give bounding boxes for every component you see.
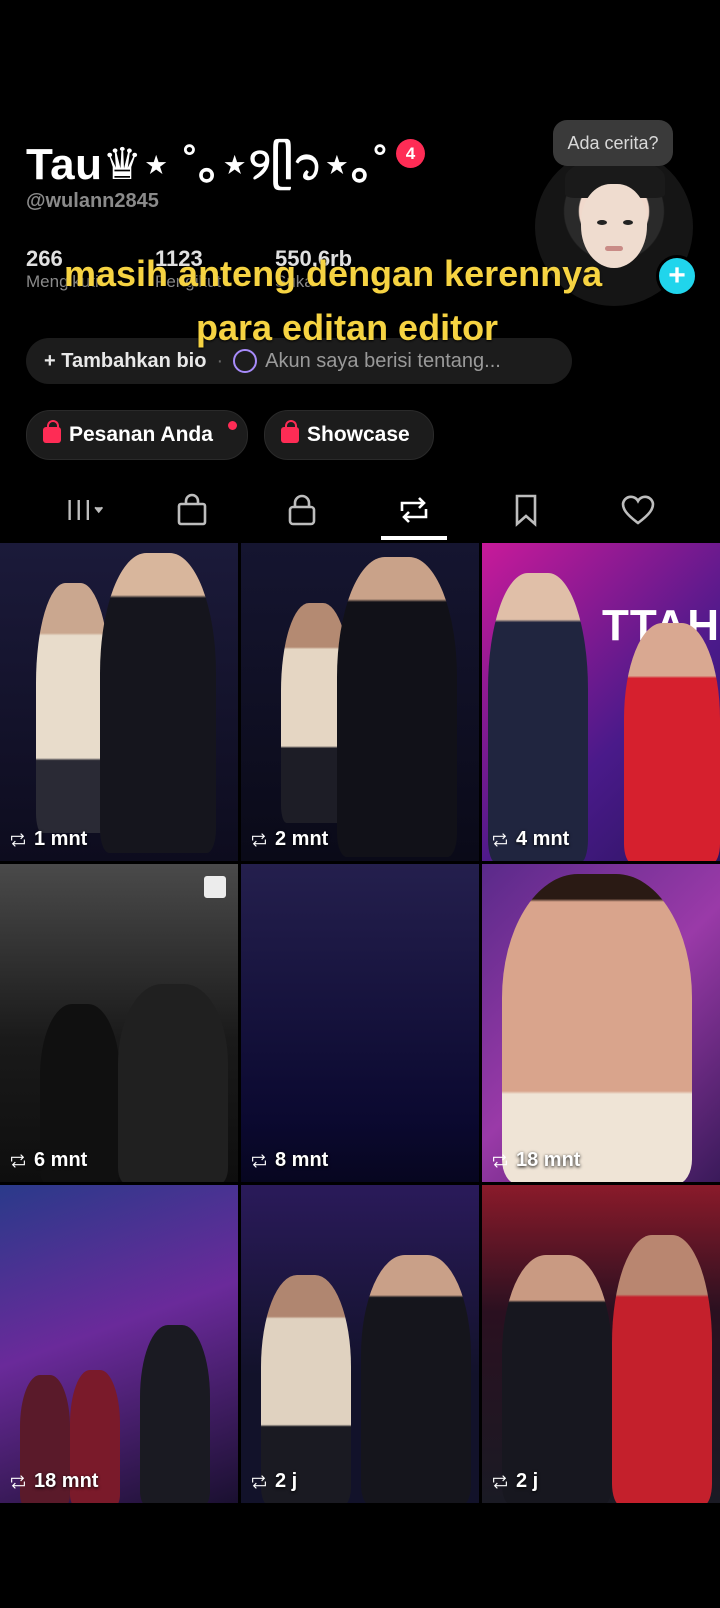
video-thumbnail[interactable]: 2 j xyxy=(482,1185,720,1503)
video-thumbnail[interactable]: 2 mnt xyxy=(241,543,479,861)
caption-line-2: para editan editor xyxy=(196,307,499,348)
shopping-bag-icon xyxy=(281,420,299,443)
video-time: 18 mnt xyxy=(34,1470,99,1492)
video-time: 1 mnt xyxy=(34,828,88,850)
video-thumbnail[interactable]: 18 mnt xyxy=(482,864,720,1182)
add-bio-label[interactable]: + Tambahkan bio xyxy=(44,350,206,373)
video-thumbnail[interactable]: 6 mnt xyxy=(0,864,238,1182)
video-time: 2 j xyxy=(275,1470,298,1492)
repost-icon[interactable] xyxy=(394,490,434,530)
shopping-bag-icon[interactable] xyxy=(172,490,212,530)
repost-count: 18 mnt xyxy=(8,1470,98,1493)
chip-showcase-label: Showcase xyxy=(307,423,410,446)
video-time: 18 mnt xyxy=(516,1149,581,1171)
repost-count: 4 mnt xyxy=(490,828,569,851)
bottom-area xyxy=(0,1506,720,1608)
repost-count: 8 mnt xyxy=(249,1149,328,1172)
chip-pesanan-label: Pesanan Anda xyxy=(69,423,213,446)
profile-tabs xyxy=(0,476,720,542)
profile-handle: @wulann2845 xyxy=(26,190,159,212)
repost-count: 2 j xyxy=(490,1470,538,1493)
repost-count: 1 mnt xyxy=(8,828,87,851)
bookmark-icon[interactable] xyxy=(506,490,546,530)
video-time: 8 mnt xyxy=(275,1149,329,1171)
video-time: 2 j xyxy=(516,1470,539,1492)
grid-icon[interactable] xyxy=(66,490,106,530)
active-tab-indicator xyxy=(381,536,447,540)
video-thumbnail[interactable]: 18 mnt xyxy=(0,1185,238,1503)
multi-image-icon xyxy=(204,876,226,898)
repost-count: 18 mnt xyxy=(490,1149,580,1172)
video-time: 4 mnt xyxy=(516,828,570,850)
lock-icon[interactable] xyxy=(282,490,322,530)
chip-pesanan[interactable]: Pesanan Anda xyxy=(26,410,248,460)
video-thumbnail[interactable]: 8 mnt xyxy=(241,864,479,1182)
add-story-button[interactable]: + xyxy=(656,255,698,297)
repost-count: 2 mnt xyxy=(249,828,328,851)
video-thumbnail[interactable]: 1 mnt xyxy=(0,543,238,861)
caption-line-1: masih anteng dengan kerennya xyxy=(64,253,603,294)
video-grid: 1 mnt 2 mnt TTAH 4 mnt 6 mnt 8 mnt 18 mn… xyxy=(0,543,720,1503)
video-time: 6 mnt xyxy=(34,1149,88,1171)
chip-showcase[interactable]: Showcase xyxy=(264,410,434,460)
notification-badge[interactable]: 4 xyxy=(396,139,425,168)
video-time: 2 mnt xyxy=(275,828,329,850)
story-prompt[interactable]: Ada cerita? xyxy=(553,120,673,166)
heart-icon[interactable] xyxy=(618,490,658,530)
video-thumbnail[interactable]: TTAH 4 mnt xyxy=(482,543,720,861)
shopping-bag-icon xyxy=(43,420,61,443)
unread-dot xyxy=(228,421,237,430)
repost-count: 6 mnt xyxy=(8,1149,87,1172)
video-thumbnail[interactable]: 2 j xyxy=(241,1185,479,1503)
repost-count: 2 j xyxy=(249,1470,297,1493)
